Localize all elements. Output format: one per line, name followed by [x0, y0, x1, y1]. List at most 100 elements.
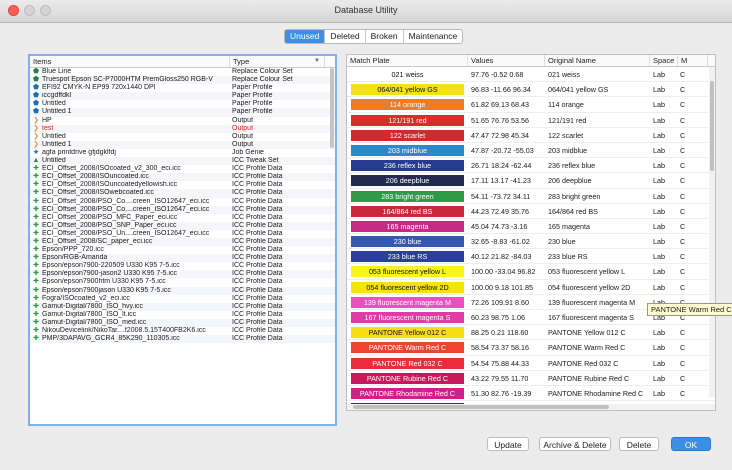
list-item[interactable]: ⬟ Blue Line Replace Colour Set	[30, 68, 335, 76]
list-item[interactable]: ▲ Untitled ICC Tweak Set	[30, 157, 335, 166]
color-horizontal-scrollbar-thumb[interactable]	[353, 405, 609, 409]
table-row[interactable]: 054 fluorescent yellow 2D 100.00 9.18 101…	[347, 280, 715, 295]
table-row[interactable]: 114 orange 61.82 69.13 68.43 114 orange Lab…	[347, 97, 715, 113]
space-cell: Lab	[653, 221, 665, 231]
delete-button[interactable]: Delete	[619, 437, 659, 451]
table-row[interactable]: 233 blue RS 40.12 21.82 -84.03 233 blue RS…	[347, 249, 715, 265]
column-header-items[interactable]: Items	[30, 56, 230, 67]
color-match-table[interactable]: Match Plate Values Original Name Space M…	[346, 54, 716, 411]
table-row[interactable]: PANTONE Rubine Red C 43.22 79.55 11.70 PAN…	[347, 371, 715, 386]
update-button[interactable]: Update	[487, 437, 529, 451]
list-item[interactable]: ✚ Epson/epson7900-jason2 U330 K95 7-5.icc…	[30, 270, 335, 279]
column-header-values[interactable]: Values	[468, 55, 545, 66]
table-row[interactable]: 165 magenta 45.04 74.73 -3.16 165 magenta L…	[347, 219, 715, 235]
item-cell: ❯ Untitled	[30, 133, 230, 141]
table-row[interactable]: PANTONE Rhodamine Red C 51.30 82.76 -19.3…	[347, 386, 715, 402]
item-type-icon: ❯	[33, 124, 39, 132]
list-item[interactable]: ✚ Epson/epson7900htm U330 K95 7-5.icc ICC …	[30, 278, 335, 286]
column-header-space[interactable]: Space	[650, 55, 678, 66]
list-item[interactable]: ❯ test Output	[30, 124, 335, 133]
item-type: Paper Profile	[232, 108, 273, 116]
tab-maintenance[interactable]: Maintenance	[404, 30, 463, 43]
table-row[interactable]: 121/191 red 51.65 76.76 53.56 121/191 red L…	[347, 113, 715, 128]
list-item[interactable]: ✚ NikouDevicelink/NikoTar....f2008.5.15T4…	[30, 327, 335, 335]
list-item[interactable]: ✚ Epson/PPP_720.icc ICC Profile Data	[30, 246, 335, 254]
list-item[interactable]: ✚ Fogra/ISOcoated_v2_eci.icc ICC Profile D…	[30, 295, 335, 303]
table-row[interactable]: 064/041 yellow GS 96.83 -11.66 96.34 064/0…	[347, 82, 715, 98]
list-item[interactable]: ⬟ Truespot Epson SC-P7000HTM PremGloss250…	[30, 76, 335, 85]
item-name: Gamut-Digital/7800_ISO_hvy.icc	[42, 302, 144, 310]
list-item[interactable]: ⬟ Untitled 1 Paper Profile	[30, 108, 335, 117]
table-row[interactable]: PANTONE Yellow 012 C 88.25 0.21 118.60 PAN…	[347, 325, 715, 341]
tab-unused[interactable]: Unused	[285, 30, 326, 43]
original-name-cell: PANTONE Red 032 C	[548, 358, 619, 368]
table-row[interactable]: 206 deepblue 17.11 13.17 -41.23 206 deepbl…	[347, 173, 715, 189]
item-cell: ⬟ Truespot Epson SC-P7000HTM PremGloss250…	[30, 76, 230, 84]
column-header-m[interactable]: M	[678, 55, 708, 66]
tab-deleted[interactable]: Deleted	[325, 30, 366, 43]
values-cell: 58.54 73.37 58.16	[471, 343, 529, 353]
original-name-cell: 121/191 red	[548, 115, 587, 125]
item-type-icon: ✚	[33, 318, 39, 326]
column-header-type[interactable]: Type ▼	[230, 56, 325, 67]
column-header-match-plate[interactable]: Match Plate	[347, 55, 468, 66]
ok-button[interactable]: OK	[671, 437, 711, 451]
list-item[interactable]: ❯ HP Output	[30, 117, 335, 125]
list-item[interactable]: ✚ ECI_Offset_2008/PSO_Co....creen_ISO1264…	[30, 205, 335, 214]
list-item[interactable]: ✚ ECI_Offset_2008/PSO_Un....creen_ISO1264…	[30, 230, 335, 238]
column-header-original-name[interactable]: Original Name	[545, 55, 650, 66]
list-item[interactable]: ✚ Epson/epson7900-220509 U330 K95 7-5.icc…	[30, 262, 335, 270]
values-cell: 72.26 109.91 8.60	[471, 297, 529, 307]
item-type-icon: ✚	[33, 189, 39, 197]
items-vertical-scrollbar[interactable]	[330, 68, 334, 148]
table-row[interactable]: PANTONE Red 032 C 54.54 75.88 44.33 PANTON…	[347, 356, 715, 371]
color-horizontal-scrollbar-track[interactable]	[347, 404, 715, 410]
list-item[interactable]: ✚ ECI_Offset_2008/PSO_SNP_Paper_eci.icc IC…	[30, 221, 335, 230]
table-row[interactable]: 230 blue 32.65 -8.83 -61.02 230 blue Lab C	[347, 234, 715, 250]
list-item[interactable]: ✚ ECI_Offset_2008/SC_paper_eci.icc ICC Pro…	[30, 237, 335, 247]
table-row[interactable]: 021 weiss 97.76 -0.52 0.68 021 weiss Lab C	[347, 67, 715, 83]
item-cell: ⬟ EFI92 CMYK-N EP99 720x1440 DPI	[30, 84, 230, 92]
list-item[interactable]: ✚ Gamut-Digital/7800_ISO_med.icc ICC Profi…	[30, 318, 335, 327]
list-item[interactable]: ❯ Untitled Output	[30, 133, 335, 141]
item-type: ICC Profile Data	[232, 335, 283, 343]
items-table[interactable]: Items Type ▼ ⬟ Blue Line Replace Colour Se…	[28, 54, 337, 426]
table-row[interactable]: 283 bright green 54.11 -73.72 34.11 283 br…	[347, 189, 715, 204]
list-item[interactable]: ✚ ECI_Offset_2008/ISOuncoated.icc ICC Prof…	[30, 173, 335, 182]
m-cell: C	[680, 206, 686, 216]
list-item[interactable]: ⬟ EFI92 CMYK-N EP99 720x1440 DPI Paper Pro…	[30, 84, 335, 92]
item-name: Epson/epson7900-jason2 U330 K95 7-5.icc	[42, 270, 178, 278]
list-item[interactable]: ✚ ECI_Offset_2008/ISOcoated_v2_300_eci.ic…	[30, 165, 335, 173]
list-item[interactable]: ✚ Epson/RGB-Amanda ICC Profile Data	[30, 254, 335, 263]
table-row[interactable]: 164/864 red BS 44.23 72.49 35.76 164/864 r…	[347, 204, 715, 219]
list-item[interactable]: ✚ ECI_Offset_2008/PSO_MFC_Paper_eci.icc IC…	[30, 214, 335, 222]
m-cell: C	[680, 343, 686, 353]
values-cell: 54.11 -73.72 34.11	[471, 191, 531, 201]
color-vertical-scrollbar-thumb[interactable]	[710, 81, 714, 171]
item-name: Truespot Epson SC-P7000HTM PremGloss250 …	[42, 76, 213, 84]
table-row[interactable]: 122 scarlet 47.47 72.98 45.34 122 scarlet L…	[347, 128, 715, 143]
list-item[interactable]: ✚ Gamut-Digital/7800_ISO_lt.icc ICC Profil…	[30, 311, 335, 319]
table-row[interactable]: 053 fluorescent yellow L 100.00 -33.04 96…	[347, 264, 715, 280]
list-item[interactable]: ⬟ iccgdffdkl Paper Profile	[30, 92, 335, 101]
archive-delete-button[interactable]: Archive & Delete	[539, 437, 611, 451]
values-cell: 47.47 72.98 45.34	[471, 130, 529, 140]
list-item[interactable]: ⬟ Untitled Paper Profile	[30, 100, 335, 108]
item-type: ICC Profile Data	[232, 286, 283, 294]
item-type-icon: ✚	[33, 165, 39, 173]
list-item[interactable]: ✚ ECI_Offset_2008/ISOwebcoated.icc ICC Pro…	[30, 189, 335, 198]
list-item[interactable]: ✚ Epson/epson7900jason U330 K95 7-5.icc IC…	[30, 286, 335, 295]
color-vertical-scrollbar-track[interactable]	[709, 67, 715, 397]
table-row[interactable]: PANTONE Warm Red C 58.54 73.37 58.16 PANTO…	[347, 340, 715, 356]
list-item[interactable]: ★ agfa printdrive gfjdgklfdj Job Genie	[30, 149, 335, 157]
tab-broken[interactable]: Broken	[366, 30, 404, 43]
color-swatch: PANTONE Warm Red C	[351, 342, 464, 354]
list-item[interactable]: ✚ PMP/3DAPAVG_GCR4_85K290_110305.icc ICC P…	[30, 335, 335, 344]
item-type: ICC Profile Data	[232, 278, 283, 286]
list-item[interactable]: ✚ Gamut-Digital/7800_ISO_hvy.icc ICC Profi…	[30, 302, 335, 311]
table-row[interactable]: 236 reflex blue 26.71 18.24 -62.44 236 ref…	[347, 158, 715, 174]
list-item[interactable]: ✚ ECI_Offset_2008/PSO_Co....creen_ISO1264…	[30, 198, 335, 206]
table-row[interactable]: 203 midblue 47.87 -20.72 -55.03 203 midblu…	[347, 143, 715, 159]
list-item[interactable]: ❯ Untitled 1 Output	[30, 140, 335, 149]
list-item[interactable]: ✚ ECI_Offset_2008/ISOuncoatedyellowish.ic…	[30, 181, 335, 189]
